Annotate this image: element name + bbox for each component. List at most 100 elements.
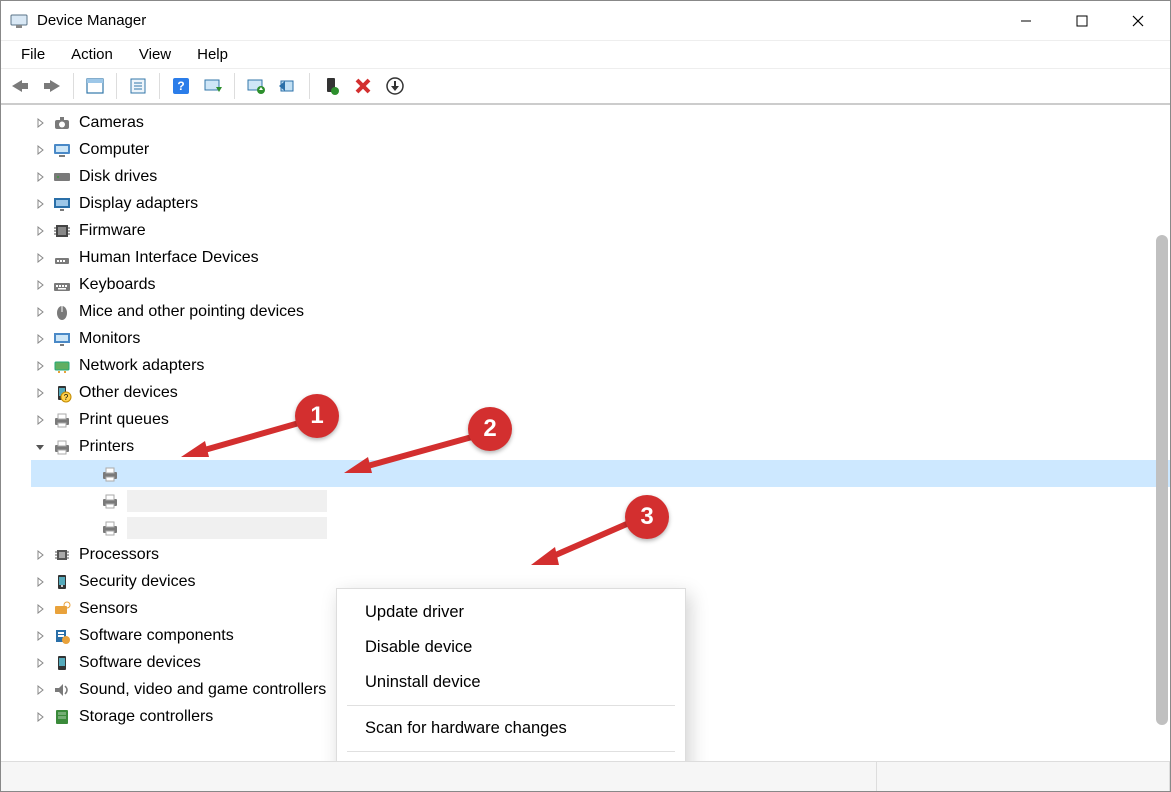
- tree-item-firmware[interactable]: Firmware: [31, 217, 1170, 244]
- tree-child-item[interactable]: [31, 460, 1170, 487]
- chevron-right-icon[interactable]: [31, 249, 49, 267]
- processor-icon: [51, 544, 73, 566]
- menu-help[interactable]: Help: [185, 43, 240, 66]
- tree-item-label: Printers: [79, 438, 134, 456]
- tree-item-label: Display adapters: [79, 195, 198, 213]
- monitor-icon: [51, 328, 73, 350]
- keyboard-icon: [51, 274, 73, 296]
- ctx-uninstall-device[interactable]: Uninstall device: [337, 665, 685, 700]
- chevron-right-icon[interactable]: [31, 681, 49, 699]
- tree-item-cameras[interactable]: Cameras: [31, 109, 1170, 136]
- chevron-right-icon[interactable]: [31, 222, 49, 240]
- tree-item-processors[interactable]: Processors: [31, 541, 1170, 568]
- chevron-right-icon[interactable]: [31, 708, 49, 726]
- printqueue-icon: [51, 409, 73, 431]
- context-menu: Update driver Disable device Uninstall d…: [336, 588, 686, 761]
- enable-device-button[interactable]: [316, 71, 346, 101]
- tree-item-mice-and-other-pointing-devices[interactable]: Mice and other pointing devices: [31, 298, 1170, 325]
- tree-item-label: Software devices: [79, 654, 201, 672]
- vertical-scrollbar[interactable]: [1156, 235, 1168, 725]
- tree-child-item[interactable]: [31, 487, 1170, 514]
- statusbar: [1, 761, 1170, 791]
- app-icon: [9, 11, 29, 31]
- uninstall-button[interactable]: [348, 71, 378, 101]
- hid-icon: [51, 247, 73, 269]
- titlebar: Device Manager: [1, 1, 1170, 41]
- help-button[interactable]: ?: [166, 71, 196, 101]
- chevron-right-icon[interactable]: [31, 384, 49, 402]
- chevron-right-icon[interactable]: [31, 357, 49, 375]
- chevron-right-icon[interactable]: [31, 303, 49, 321]
- tree-item-label: Mice and other pointing devices: [79, 303, 304, 321]
- tree-item-label: Other devices: [79, 384, 178, 402]
- tree-item-label: Print queues: [79, 411, 169, 429]
- tree-item-printers[interactable]: Printers: [31, 433, 1170, 460]
- tree-item-label: Computer: [79, 141, 149, 159]
- chevron-down-icon[interactable]: [31, 438, 49, 456]
- disable-button[interactable]: [273, 71, 303, 101]
- storage-icon: [51, 706, 73, 728]
- tree-child-label: [127, 490, 327, 512]
- menubar: File Action View Help: [1, 41, 1170, 69]
- show-hide-tree-button[interactable]: [80, 71, 110, 101]
- ctx-scan-hardware[interactable]: Scan for hardware changes: [337, 711, 685, 746]
- chevron-right-icon[interactable]: [31, 168, 49, 186]
- chevron-right-icon[interactable]: [31, 573, 49, 591]
- annotation-callout-1: 1: [295, 394, 339, 438]
- maximize-button[interactable]: [1054, 1, 1110, 41]
- tree-item-label: Firmware: [79, 222, 146, 240]
- tree-item-monitors[interactable]: Monitors: [31, 325, 1170, 352]
- menu-view[interactable]: View: [127, 43, 183, 66]
- menu-action[interactable]: Action: [59, 43, 125, 66]
- tree-item-label: Human Interface Devices: [79, 249, 259, 267]
- back-button[interactable]: [5, 71, 35, 101]
- chevron-right-icon[interactable]: [31, 195, 49, 213]
- chevron-right-icon[interactable]: [31, 600, 49, 618]
- tree-item-network-adapters[interactable]: Network adapters: [31, 352, 1170, 379]
- window-controls: [998, 1, 1166, 41]
- add-legacy-button[interactable]: [380, 71, 410, 101]
- chevron-right-icon[interactable]: [31, 411, 49, 429]
- window-title: Device Manager: [37, 12, 998, 29]
- ctx-separator: [347, 705, 675, 706]
- chevron-right-icon[interactable]: [31, 627, 49, 645]
- chevron-right-icon[interactable]: [31, 114, 49, 132]
- tree-item-disk-drives[interactable]: Disk drives: [31, 163, 1170, 190]
- ctx-separator: [347, 751, 675, 752]
- tree-child-item[interactable]: [31, 514, 1170, 541]
- tree-item-label: Cameras: [79, 114, 144, 132]
- minimize-button[interactable]: [998, 1, 1054, 41]
- sound-icon: [51, 679, 73, 701]
- ctx-update-driver[interactable]: Update driver: [337, 595, 685, 630]
- tree-item-label: Sound, video and game controllers: [79, 681, 326, 699]
- tree-child-label: [127, 517, 327, 539]
- tree-item-print-queues[interactable]: Print queues: [31, 406, 1170, 433]
- properties-button[interactable]: [123, 71, 153, 101]
- menu-file[interactable]: File: [9, 43, 57, 66]
- tree-item-display-adapters[interactable]: Display adapters: [31, 190, 1170, 217]
- sensor-icon: [51, 598, 73, 620]
- toolbar: ?: [1, 69, 1170, 105]
- tree-item-label: Keyboards: [79, 276, 156, 294]
- display-icon: [51, 193, 73, 215]
- forward-button[interactable]: [37, 71, 67, 101]
- tree-item-other-devices[interactable]: ? Other devices: [31, 379, 1170, 406]
- tree-item-human-interface-devices[interactable]: Human Interface Devices: [31, 244, 1170, 271]
- scan-hardware-button[interactable]: [198, 71, 228, 101]
- chevron-right-icon[interactable]: [31, 546, 49, 564]
- update-driver-button[interactable]: [241, 71, 271, 101]
- chevron-right-icon[interactable]: [31, 141, 49, 159]
- chevron-right-icon[interactable]: [31, 654, 49, 672]
- tree-item-computer[interactable]: Computer: [31, 136, 1170, 163]
- ctx-properties[interactable]: Properties: [337, 757, 685, 761]
- chevron-right-icon[interactable]: [31, 276, 49, 294]
- tree-item-label: Storage controllers: [79, 708, 213, 726]
- svg-text:?: ?: [64, 393, 69, 402]
- close-button[interactable]: [1110, 1, 1166, 41]
- ctx-disable-device[interactable]: Disable device: [337, 630, 685, 665]
- camera-icon: [51, 112, 73, 134]
- tree-item-keyboards[interactable]: Keyboards: [31, 271, 1170, 298]
- printer-icon: [99, 490, 121, 512]
- computer-icon: [51, 139, 73, 161]
- chevron-right-icon[interactable]: [31, 330, 49, 348]
